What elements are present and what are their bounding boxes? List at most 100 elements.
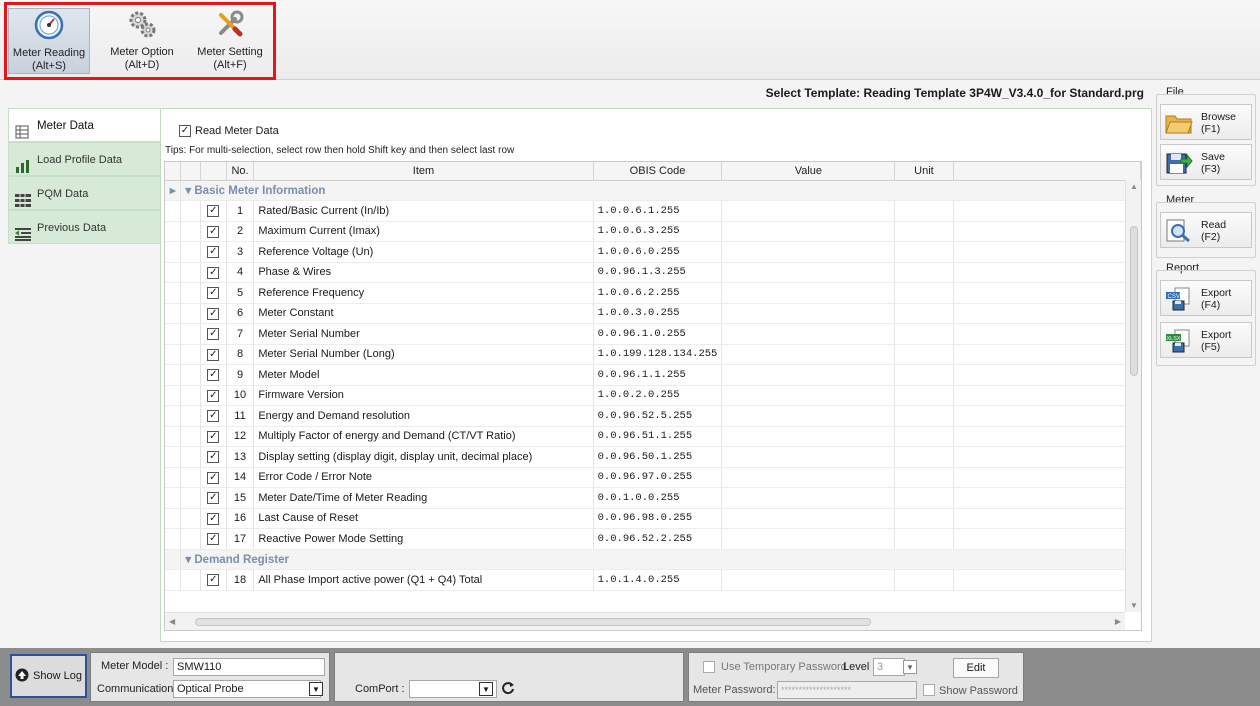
checkbox-checked-icon[interactable]: ✓ [207, 451, 220, 464]
refresh-icon[interactable] [501, 681, 515, 698]
table-row[interactable]: ✓ 17 Reactive Power Mode Setting 0.0.96.52.… [165, 528, 1141, 550]
row-obis: 0.0.96.1.3.255 [593, 262, 723, 283]
checkbox-checked-icon[interactable]: ✓ [207, 492, 220, 505]
edit-button[interactable]: Edit [953, 658, 999, 678]
meter-data-grid[interactable]: No. Item OBIS Code Value Unit ▸ ▾ Basic M… [164, 161, 1142, 631]
vertical-scroll-thumb[interactable] [1130, 226, 1138, 376]
meter-password-field[interactable]: ******************** [777, 681, 917, 699]
table-row[interactable]: ✓ 13 Display setting (display digit, displ… [165, 446, 1141, 468]
row-indicator [165, 467, 182, 488]
row-checkbox[interactable]: ✓ [200, 282, 227, 304]
scroll-up-icon[interactable]: ▲ [1130, 182, 1138, 191]
header-value[interactable]: Value [721, 162, 896, 181]
table-row[interactable]: ✓ 7 Meter Serial Number 0.0.96.1.0.255 [165, 323, 1141, 345]
row-obis: 0.0.96.97.0.255 [593, 467, 723, 488]
row-checkbox[interactable]: ✓ [200, 426, 227, 447]
checkbox-checked-icon[interactable]: ✓ [207, 410, 220, 423]
row-checkbox[interactable]: ✓ [200, 262, 227, 283]
communication-dropdown-icon[interactable]: ▼ [309, 682, 323, 696]
horizontal-scroll-thumb[interactable] [195, 618, 871, 626]
checkbox-checked-icon[interactable]: ✓ [207, 389, 220, 402]
table-row[interactable]: ✓ 14 Error Code / Error Note 0.0.96.97.0.25… [165, 467, 1141, 488]
checkbox-checked-icon[interactable]: ✓ [207, 430, 220, 443]
table-row[interactable]: ✓ 2 Maximum Current (Imax) 1.0.0.6.3.255 [165, 221, 1141, 242]
checkbox-checked-icon[interactable]: ✓ [207, 225, 220, 238]
row-value [721, 303, 896, 324]
checkbox-checked-icon[interactable]: ✓ [207, 574, 220, 587]
row-checkbox[interactable]: ✓ [200, 344, 227, 365]
table-row[interactable]: ✓ 4 Phase & Wires 0.0.96.1.3.255 [165, 262, 1141, 283]
checkbox-checked-icon[interactable]: ✓ [207, 205, 220, 218]
row-checkbox[interactable]: ✓ [200, 508, 227, 529]
level-dropdown-icon[interactable]: ▼ [903, 660, 917, 674]
table-row[interactable]: ✓ 9 Meter Model 0.0.96.1.1.255 [165, 364, 1141, 386]
row-checkbox[interactable]: ✓ [200, 221, 227, 242]
checkbox-checked-icon[interactable]: ✓ [207, 369, 220, 382]
meter-model-field[interactable]: SMW110 [173, 658, 325, 676]
row-checkbox[interactable]: ✓ [200, 241, 227, 263]
table-row[interactable]: ✓ 1 Rated/Basic Current (In/Ib) 1.0.0.6.1.2… [165, 200, 1141, 222]
row-number: 18 [226, 569, 255, 591]
table-row[interactable]: ✓ 10 Firmware Version 1.0.0.2.0.255 [165, 385, 1141, 406]
checkbox-checked-icon[interactable]: ✓ [207, 348, 220, 361]
table-row[interactable]: ✓ 15 Meter Date/Time of Meter Reading 0.0.1… [165, 487, 1141, 509]
horizontal-scrollbar[interactable]: ◀ ▶ [165, 612, 1125, 630]
row-checkbox[interactable]: ✓ [200, 385, 227, 406]
row-checkbox[interactable]: ✓ [200, 405, 227, 427]
row-checkbox[interactable]: ✓ [200, 569, 227, 591]
export-csv-button[interactable]: CSV Export (F4) [1160, 280, 1252, 316]
show-log-button[interactable]: Show Log [10, 654, 87, 698]
temp-password-checkbox[interactable] [703, 661, 715, 673]
row-checkbox[interactable]: ✓ [200, 446, 227, 468]
read-meter-data-checkbox[interactable]: ✓ Read Meter Data [179, 125, 279, 137]
table-row[interactable]: ✓ 8 Meter Serial Number (Long) 1.0.199.128.… [165, 344, 1141, 365]
table-row[interactable]: ✓ 12 Multiply Factor of energy and Demand … [165, 426, 1141, 447]
browse-button[interactable]: Browse (F1) [1160, 104, 1252, 140]
row-checkbox[interactable]: ✓ [200, 200, 227, 222]
row-checkbox[interactable]: ✓ [200, 528, 227, 550]
show-password-checkbox[interactable] [923, 684, 935, 696]
checkbox-checked-icon[interactable]: ✓ [207, 533, 220, 546]
table-row[interactable]: ✓ 16 Last Cause of Reset 0.0.96.98.0.255 [165, 508, 1141, 529]
row-value [721, 528, 896, 550]
nav-item-pqm-data[interactable]: PQM Data [8, 176, 162, 210]
header-unit[interactable]: Unit [894, 162, 954, 181]
checkbox-checked-icon[interactable]: ✓ [207, 266, 220, 279]
checkbox-checked-icon[interactable]: ✓ [207, 246, 220, 259]
table-row[interactable]: ✓ 3 Reference Voltage (Un) 1.0.0.6.0.255 [165, 241, 1141, 263]
scroll-down-icon[interactable]: ▼ [1130, 601, 1138, 610]
nav-item-meter-data[interactable]: Meter Data [8, 108, 162, 142]
row-indicator [165, 487, 182, 509]
level-select[interactable]: 3 [873, 658, 905, 676]
scroll-right-icon[interactable]: ▶ [1115, 617, 1121, 626]
header-obis[interactable]: OBIS Code [593, 162, 723, 181]
checkbox-checked-icon[interactable]: ✓ [207, 287, 220, 300]
group-row[interactable]: ▸ ▾ Basic Meter Information [165, 180, 1141, 201]
header-no[interactable]: No. [226, 162, 255, 181]
nav-item-previous-data[interactable]: Previous Data [8, 210, 162, 244]
row-checkbox[interactable]: ✓ [200, 364, 227, 386]
read-button[interactable]: Read (F2) [1160, 212, 1252, 248]
row-checkbox[interactable]: ✓ [200, 467, 227, 488]
table-row[interactable]: ✓ 6 Meter Constant 1.0.0.3.0.255 [165, 303, 1141, 324]
vertical-scrollbar[interactable]: ▲ ▼ [1125, 180, 1141, 612]
header-item[interactable]: Item [253, 162, 594, 181]
scroll-left-icon[interactable]: ◀ [169, 617, 175, 626]
nav-item-load-profile[interactable]: Load Profile Data [8, 142, 162, 176]
checkbox-checked-icon[interactable]: ✓ [207, 307, 220, 320]
export-xlsx-button[interactable]: XLSX Export (F5) [1160, 322, 1252, 358]
table-row[interactable]: ✓ 5 Reference Frequency 1.0.0.6.2.255 [165, 282, 1141, 304]
comport-dropdown-icon[interactable]: ▼ [479, 682, 493, 696]
row-checkbox[interactable]: ✓ [200, 323, 227, 345]
group-row[interactable]: ▾ Demand Register [165, 549, 1141, 570]
table-row[interactable]: ✓ 11 Energy and Demand resolution 0.0.96.52… [165, 405, 1141, 427]
save-button[interactable]: Save (F3) [1160, 144, 1252, 180]
row-checkbox[interactable]: ✓ [200, 303, 227, 324]
checkbox-checked-icon[interactable]: ✓ [207, 512, 220, 525]
communication-select[interactable]: Optical Probe [173, 680, 321, 698]
group-title: ▾ Basic Meter Information [180, 180, 1141, 201]
row-checkbox[interactable]: ✓ [200, 487, 227, 509]
table-row[interactable]: ✓ 18 All Phase Import active power (Q1 + Q… [165, 569, 1141, 591]
checkbox-checked-icon[interactable]: ✓ [207, 471, 220, 484]
checkbox-checked-icon[interactable]: ✓ [207, 328, 220, 341]
